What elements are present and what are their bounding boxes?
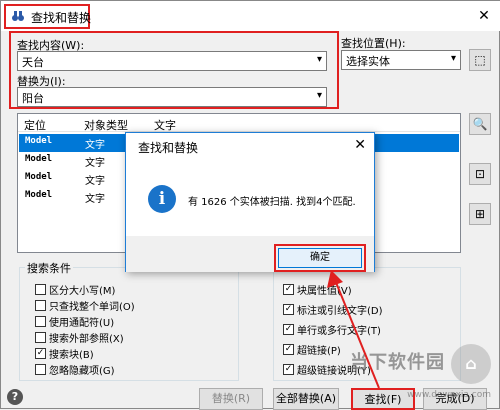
chevron-down-icon[interactable]: ▾: [451, 53, 456, 64]
option-whole-word[interactable]: 只查找整个单词(O): [35, 298, 135, 313]
watermark-url: www.downxia.com: [407, 390, 491, 400]
select-objects-button[interactable]: ⬚: [469, 49, 491, 71]
option-xrefs[interactable]: 搜索外部参照(X): [35, 330, 124, 345]
create-selection-button[interactable]: ⊡: [469, 163, 491, 185]
checkbox-checked[interactable]: ✓: [283, 284, 294, 295]
find-input[interactable]: 天台 ▾: [17, 51, 327, 71]
window-close-icon[interactable]: ✕: [475, 7, 493, 25]
checkbox[interactable]: [35, 316, 46, 327]
option-label: 忽略隐藏项(G): [49, 366, 115, 377]
cursor-select-icon: ⬚: [474, 53, 486, 67]
option-wildcards[interactable]: 使用通配符(U): [35, 314, 114, 329]
search-options-title: 搜索条件: [25, 260, 73, 276]
replace-all-button[interactable]: 全部替换(A): [273, 388, 339, 410]
help-icon[interactable]: ?: [7, 389, 23, 405]
option-label: 使用通配符(U): [49, 318, 115, 329]
red-arrow-icon: [327, 270, 380, 389]
export-button[interactable]: ⊞: [469, 203, 491, 225]
option-label: 只查找整个单词(O): [49, 302, 135, 313]
checkbox[interactable]: [35, 364, 46, 375]
info-icon: i: [148, 185, 176, 213]
row-type: 文字: [85, 158, 105, 169]
checkbox-checked[interactable]: ✓: [283, 304, 294, 315]
column-header-text[interactable]: 文字: [154, 117, 176, 133]
row-location: Model: [25, 136, 53, 146]
scope-select[interactable]: 选择实体 ▾: [341, 50, 461, 70]
row-type: 文字: [85, 194, 105, 205]
info-dialog: 查找和替换 ✕ i 有 1626 个实体被扫描. 找到4个匹配. 确定: [125, 132, 375, 272]
chevron-down-icon[interactable]: ▾: [317, 54, 322, 65]
list-header: 定位 对象类型 文字: [18, 114, 460, 132]
checkbox-checked[interactable]: ✓: [283, 344, 294, 355]
option-label: 区分大小写(M): [49, 286, 116, 297]
option-match-case[interactable]: 区分大小写(M): [35, 282, 115, 297]
scope-label: 查找位置(H):: [341, 37, 406, 50]
row-location: Model: [25, 172, 53, 182]
dialog-message: 有 1626 个实体被扫描. 找到4个匹配.: [188, 197, 356, 208]
checkbox[interactable]: [35, 332, 46, 343]
row-type: 文字: [85, 176, 105, 187]
row-location: Model: [25, 190, 53, 200]
row-location: Model: [25, 154, 53, 164]
option-ignore-hidden[interactable]: 忽略隐藏项(G): [35, 362, 115, 377]
chevron-down-icon[interactable]: ▾: [317, 90, 322, 101]
checkbox[interactable]: [35, 284, 46, 295]
scope-value: 选择实体: [346, 55, 390, 68]
zoom-to-button[interactable]: 🔍: [469, 113, 491, 135]
selection-icon: ⊡: [474, 167, 486, 181]
magnifier-icon: 🔍: [472, 117, 488, 131]
checkbox-checked[interactable]: ✓: [35, 348, 46, 359]
find-replace-window: 查找和替换 ✕ 查找内容(W): 天台 ▾ 替换为(I): 阳台 ▾ 查找位置(…: [0, 0, 500, 410]
checkbox-checked[interactable]: ✓: [283, 324, 294, 335]
dialog-title: 查找和替换: [138, 141, 199, 155]
grid-icon: ⊞: [474, 207, 486, 221]
checkbox-checked[interactable]: ✓: [283, 364, 294, 375]
replace-value: 阳台: [22, 92, 44, 105]
replace-button[interactable]: 替换(R): [199, 388, 263, 410]
find-value: 天台: [22, 56, 44, 69]
row-type: 文字: [85, 140, 105, 151]
watermark-logo-icon: ⌂: [451, 344, 491, 384]
option-label: 搜索块(B): [49, 350, 94, 361]
checkbox[interactable]: [35, 300, 46, 311]
replace-input[interactable]: 阳台 ▾: [17, 87, 327, 107]
column-header-location[interactable]: 定位: [24, 117, 46, 133]
find-button[interactable]: 查找(F): [351, 388, 415, 410]
column-header-object-type[interactable]: 对象类型: [84, 117, 128, 133]
option-search-blocks[interactable]: ✓ 搜索块(B): [35, 346, 94, 361]
option-label: 搜索外部参照(X): [49, 334, 124, 345]
dialog-close-icon[interactable]: ✕: [354, 137, 366, 153]
window-title: 查找和替换: [31, 11, 92, 25]
